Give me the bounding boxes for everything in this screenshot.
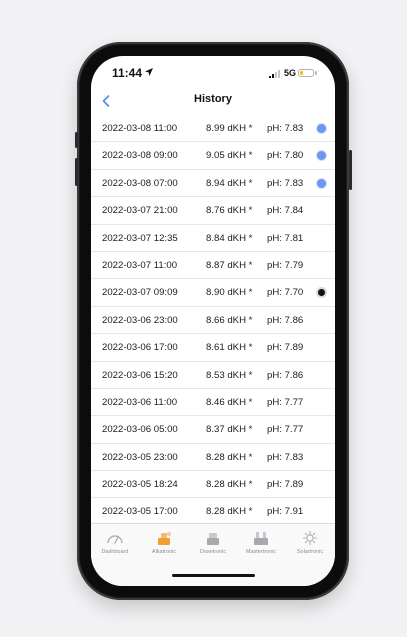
page-title: History bbox=[194, 93, 232, 105]
history-dkh-value: 9.05 dKH * bbox=[206, 150, 253, 162]
gauge-icon bbox=[107, 535, 123, 544]
tab-label: Mastertronic bbox=[245, 549, 277, 555]
history-ph-value: pH: 7.79 bbox=[267, 259, 304, 271]
history-date: 2022-03-05 17:00 bbox=[102, 506, 178, 518]
history-dkh-value: 8.37 dKH * bbox=[206, 424, 253, 436]
tab-dashboard[interactable]: Dashboard bbox=[91, 530, 139, 555]
history-date: 2022-03-05 23:00 bbox=[102, 451, 178, 463]
history-dkh-value: 8.84 dKH * bbox=[206, 232, 253, 244]
history-date: 2022-03-08 07:00 bbox=[102, 177, 178, 189]
history-dkh-value: 8.46 dKH * bbox=[206, 396, 253, 408]
history-ph-value: pH: 7.70 bbox=[267, 287, 304, 299]
history-date: 2022-03-06 17:00 bbox=[102, 342, 178, 354]
history-dkh-value: 8.99 dKH * bbox=[206, 123, 253, 134]
phone-side-button bbox=[349, 150, 352, 190]
history-row[interactable]: 2022-03-06 23:00 8.66 dKH * pH: 7.86 bbox=[91, 307, 335, 335]
history-row[interactable]: 2022-03-08 09:00 9.05 dKH * pH: 7.80 bbox=[91, 142, 335, 170]
history-dkh-value: 8.53 dKH * bbox=[206, 369, 253, 381]
history-date: 2022-03-08 11:00 bbox=[102, 123, 178, 134]
signal-icon bbox=[269, 70, 280, 78]
history-date: 2022-03-07 12:35 bbox=[102, 232, 178, 244]
network-type: 5G bbox=[284, 68, 297, 78]
history-ph-value: pH: 7.83 bbox=[267, 177, 304, 189]
history-dkh-value: 8.28 dKH * bbox=[206, 479, 253, 491]
history-row[interactable]: 2022-03-07 21:00 8.76 dKH * pH: 7.84 bbox=[91, 197, 335, 225]
history-row[interactable]: 2022-03-06 11:00 8.46 dKH * pH: 7.77 bbox=[91, 389, 335, 417]
tab-dosetronic[interactable]: Dosetronic bbox=[189, 530, 237, 555]
home-indicator[interactable] bbox=[172, 574, 255, 577]
history-ph-value: pH: 7.91 bbox=[267, 506, 304, 518]
blue-status-dot-icon bbox=[316, 150, 327, 162]
history-list: 2022-03-08 11:00 8.99 dKH * pH: 7.83 2022-0… bbox=[91, 115, 335, 526]
history-ph-value: pH: 7.83 bbox=[267, 123, 304, 134]
battery-level bbox=[300, 71, 303, 75]
history-dkh-value: 8.61 dKH * bbox=[206, 342, 253, 354]
tab-mastertronic[interactable]: Mastertronic bbox=[237, 530, 285, 555]
blue-status-dot-icon bbox=[316, 177, 327, 189]
history-row[interactable]: 2022-03-06 17:00 8.61 dKH * pH: 7.89 bbox=[91, 334, 335, 362]
history-row[interactable]: 2022-03-05 23:00 8.28 dKH * pH: 7.83 bbox=[91, 444, 335, 472]
history-row[interactable]: 2022-03-05 17:00 8.28 dKH * pH: 7.91 bbox=[91, 498, 335, 526]
history-row[interactable]: 2022-03-05 18:24 8.28 dKH * pH: 7.89 bbox=[91, 471, 335, 499]
history-row[interactable]: 2022-03-08 07:00 8.94 dKH * pH: 7.83 bbox=[91, 170, 335, 198]
sun-icon bbox=[302, 530, 318, 546]
blue-status-dot-icon bbox=[316, 123, 327, 134]
history-date: 2022-03-05 18:24 bbox=[102, 479, 178, 491]
history-dkh-value: 8.28 dKH * bbox=[206, 451, 253, 463]
history-dkh-value: 8.94 dKH * bbox=[206, 177, 253, 189]
status-time: 11:44 bbox=[112, 66, 143, 80]
black-status-dot-icon bbox=[316, 287, 327, 299]
tab-label: Solartronic bbox=[296, 549, 324, 555]
history-ph-value: pH: 7.77 bbox=[267, 424, 304, 436]
battery-icon bbox=[298, 69, 314, 77]
history-row[interactable]: 2022-03-06 05:00 8.37 dKH * pH: 7.77 bbox=[91, 416, 335, 444]
history-dkh-value: 8.87 dKH * bbox=[206, 259, 253, 271]
history-ph-value: pH: 7.86 bbox=[267, 369, 304, 381]
status-bar: 11:44 5G bbox=[91, 56, 335, 90]
history-row[interactable]: 2022-03-08 11:00 8.99 dKH * pH: 7.83 bbox=[91, 115, 335, 143]
history-date: 2022-03-06 05:00 bbox=[102, 424, 178, 436]
history-ph-value: pH: 7.80 bbox=[267, 150, 304, 162]
phone-side-button bbox=[75, 132, 78, 148]
history-ph-value: pH: 7.81 bbox=[267, 232, 304, 244]
location-arrow-icon bbox=[145, 68, 153, 76]
navigation-bar: History bbox=[91, 90, 335, 112]
tab-label: Dosetronic bbox=[199, 549, 227, 555]
alkatronic-device-icon bbox=[158, 532, 171, 545]
history-row[interactable]: 2022-03-07 12:35 8.84 dKH * pH: 7.81 bbox=[91, 225, 335, 252]
history-row[interactable]: 2022-03-06 15:20 8.53 dKH * pH: 7.86 bbox=[91, 362, 335, 389]
battery-tip bbox=[315, 71, 317, 75]
history-date: 2022-03-07 09:09 bbox=[102, 287, 178, 299]
history-ph-value: pH: 7.77 bbox=[267, 396, 304, 408]
dosetronic-device-icon bbox=[207, 533, 219, 545]
history-dkh-value: 8.66 dKH * bbox=[206, 314, 253, 326]
history-date: 2022-03-06 11:00 bbox=[102, 396, 178, 408]
history-ph-value: pH: 7.84 bbox=[267, 205, 304, 217]
history-dkh-value: 8.90 dKH * bbox=[206, 287, 253, 299]
history-ph-value: pH: 7.89 bbox=[267, 342, 304, 354]
phone-side-button bbox=[75, 158, 78, 186]
tab-label: Dashboard bbox=[101, 549, 129, 555]
tab-label: Alkatronic bbox=[151, 549, 177, 555]
tab-solartronic[interactable]: Solartronic bbox=[286, 530, 334, 555]
history-date: 2022-03-07 21:00 bbox=[102, 205, 178, 217]
history-date: 2022-03-06 15:20 bbox=[102, 369, 178, 381]
app-screen: 11:44 5G History 2022-03-08 11:00 8.99 dK… bbox=[91, 56, 335, 586]
history-date: 2022-03-08 09:00 bbox=[102, 150, 178, 162]
history-row[interactable]: 2022-03-07 09:09 8.90 dKH * pH: 7.70 bbox=[91, 279, 335, 307]
tab-alkatronic[interactable]: Alkatronic bbox=[140, 530, 188, 555]
history-ph-value: pH: 7.89 bbox=[267, 479, 304, 491]
history-date: 2022-03-07 11:00 bbox=[102, 259, 178, 271]
history-dkh-value: 8.76 dKH * bbox=[206, 205, 253, 217]
history-row[interactable]: 2022-03-07 11:00 8.87 dKH * pH: 7.79 bbox=[91, 252, 335, 280]
mastertronic-device-icon bbox=[254, 532, 268, 545]
history-date: 2022-03-06 23:00 bbox=[102, 314, 178, 326]
history-ph-value: pH: 7.86 bbox=[267, 314, 304, 326]
history-dkh-value: 8.28 dKH * bbox=[206, 506, 253, 518]
history-ph-value: pH: 7.83 bbox=[267, 451, 304, 463]
